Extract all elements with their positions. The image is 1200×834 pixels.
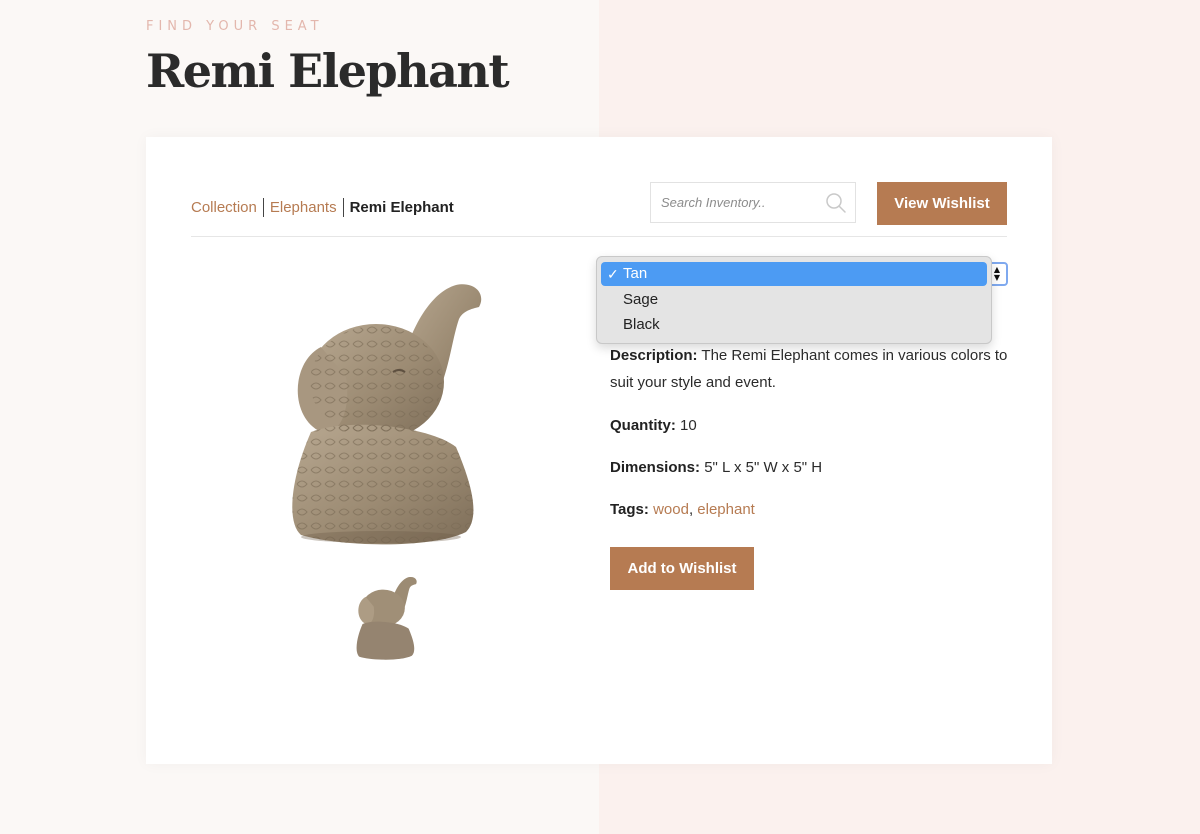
description-label: Description: (610, 347, 698, 364)
color-option-tan[interactable]: ✓ Tan (601, 262, 987, 286)
tags-row: Tags: wood, elephant (610, 496, 1010, 523)
arrow-down-icon: ▼ (993, 273, 1001, 282)
view-wishlist-button[interactable]: View Wishlist (877, 182, 1007, 225)
page-eyebrow: FIND YOUR SEAT (146, 19, 324, 34)
page-title: Remi Elephant (146, 44, 510, 98)
search-box[interactable] (650, 182, 856, 223)
description-row: Description: The Remi Elephant comes in … (610, 342, 1010, 396)
product-card: Collection Elephants Remi Elephant View … (146, 137, 1052, 764)
option-label: Black (623, 316, 660, 333)
option-label: Sage (623, 291, 659, 308)
breadcrumb: Collection Elephants Remi Elephant (191, 198, 454, 217)
dimensions-label: Dimensions: (610, 459, 701, 476)
search-input[interactable] (661, 195, 821, 210)
add-to-wishlist-button[interactable]: Add to Wishlist (610, 547, 754, 590)
breadcrumb-separator (342, 198, 344, 217)
breadcrumb-link-collection[interactable]: Collection (191, 199, 257, 216)
product-thumbnail[interactable] (353, 570, 423, 662)
quantity-label: Quantity: (610, 417, 676, 434)
breadcrumb-link-elephants[interactable]: Elephants (270, 199, 337, 216)
breadcrumb-current: Remi Elephant (349, 199, 454, 216)
quantity-row: Quantity: 10 (610, 412, 1010, 439)
select-arrows-icon: ▲ ▼ (990, 266, 1004, 282)
tag-separator: , (688, 501, 694, 518)
tag-link-wood[interactable]: wood (653, 501, 689, 518)
checkmark-icon: ✓ (607, 266, 619, 282)
tags-label: Tags: (610, 501, 649, 518)
quantity-value: 10 (680, 417, 697, 434)
color-option-sage[interactable]: Sage (601, 288, 987, 312)
search-icon[interactable] (825, 192, 847, 214)
color-dropdown-menu: ✓ Tan Sage Black (596, 256, 992, 344)
header-divider (191, 236, 1007, 237)
dimensions-row: Dimensions: 5" L x 5" W x 5" H (610, 454, 1010, 481)
tag-link-elephant[interactable]: elephant (697, 501, 755, 518)
breadcrumb-separator (262, 198, 264, 217)
dimensions-value: 5" L x 5" W x 5" H (704, 459, 823, 476)
color-option-black[interactable]: Black (601, 313, 987, 337)
option-label: Tan (623, 265, 648, 282)
product-main-image (292, 284, 482, 545)
